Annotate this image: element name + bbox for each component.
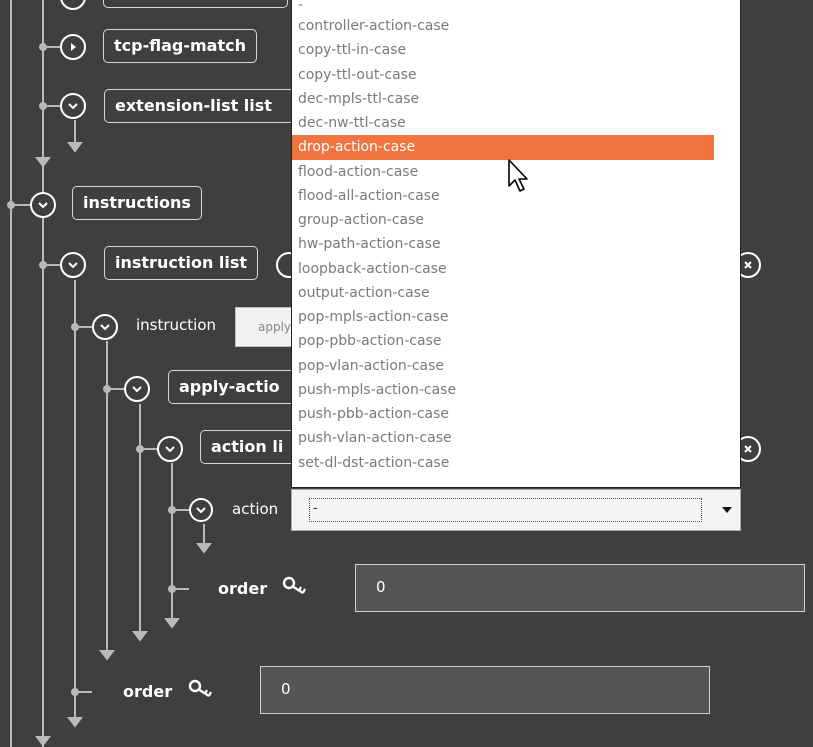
collapse-button-instruction[interactable] <box>92 314 118 340</box>
node-label-instructions[interactable]: instructions <box>72 186 202 220</box>
dropdown-option[interactable]: group-action-case <box>292 208 714 232</box>
chevron-down-icon <box>196 507 206 514</box>
node-label-extension-list[interactable]: extension-list list <box>104 89 294 123</box>
dropdown-option[interactable]: push-vlan-action-case <box>292 426 714 450</box>
caret-down-icon[interactable] <box>722 507 732 513</box>
chevron-right-icon <box>71 43 76 51</box>
dropdown-option[interactable]: pop-pbb-action-case <box>292 329 714 353</box>
action-select-value: - <box>309 498 702 522</box>
key-icon <box>188 679 212 698</box>
inner-order-label: order <box>218 579 268 598</box>
action-label: action <box>232 500 279 518</box>
close-icon <box>744 261 752 269</box>
collapse-button-action[interactable] <box>189 498 213 522</box>
chevron-down-icon <box>72 0 74 1</box>
node-label-apply-actions[interactable]: apply-actio <box>168 370 298 404</box>
node-label-tcp-flag-match[interactable]: tcp-flag-match <box>103 29 257 63</box>
chevron-down-icon <box>165 446 175 453</box>
dropdown-option[interactable]: loopback-action-case <box>292 257 714 281</box>
close-icon <box>744 445 752 453</box>
dropdown-option[interactable]: set-dl-dst-action-case <box>292 451 714 475</box>
collapse-button-instructions[interactable] <box>30 192 56 218</box>
collapse-button-instruction-list[interactable] <box>60 252 86 278</box>
chevron-down-icon <box>68 103 78 110</box>
expand-button-tcp-flag-match[interactable] <box>60 34 86 60</box>
dropdown-option[interactable]: dec-mpls-ttl-case <box>292 87 714 111</box>
dropdown-option[interactable]: flood-all-action-case <box>292 184 714 208</box>
mouse-cursor-icon <box>508 159 528 192</box>
action-dropdown-list[interactable]: - controller-action-case copy-ttl-in-case c… <box>291 0 741 488</box>
chevron-down-icon <box>100 324 110 331</box>
chevron-down-icon <box>132 386 142 393</box>
chevron-down-icon <box>68 262 78 269</box>
dropdown-option[interactable]: push-mpls-action-case <box>292 378 714 402</box>
collapse-button-action-list[interactable] <box>157 436 183 462</box>
dropdown-option[interactable]: flood-action-case <box>292 160 714 184</box>
instruction-select[interactable]: apply <box>235 307 295 347</box>
collapse-button-apply-actions[interactable] <box>124 376 150 402</box>
dropdown-option[interactable]: copy-ttl-in-case <box>292 38 714 62</box>
key-icon <box>282 576 306 595</box>
dropdown-option[interactable]: controller-action-case <box>292 14 714 38</box>
dropdown-option[interactable]: output-action-case <box>292 281 714 305</box>
node-label-instruction-list[interactable]: instruction list <box>104 246 259 280</box>
dropdown-option[interactable]: push-pbb-action-case <box>292 402 714 426</box>
dropdown-option[interactable]: pop-mpls-action-case <box>292 305 714 329</box>
collapse-button-extension-list[interactable] <box>60 93 86 119</box>
chevron-down-icon <box>38 202 48 209</box>
dropdown-option[interactable]: drop-action-case <box>292 135 714 160</box>
dropdown-option[interactable]: copy-ttl-out-case <box>292 63 714 87</box>
dropdown-option[interactable]: - <box>292 0 714 14</box>
action-select[interactable]: - <box>291 489 741 531</box>
dropdown-options: - controller-action-case copy-ttl-in-case c… <box>292 0 714 475</box>
instruction-label: instruction <box>136 316 217 334</box>
dropdown-option[interactable]: pop-vlan-action-case <box>292 354 714 378</box>
outer-order-label: order <box>123 682 173 701</box>
outer-order-input[interactable]: 0 <box>260 666 710 714</box>
node-label-top[interactable] <box>103 0 288 8</box>
inner-order-input[interactable]: 0 <box>355 564 805 612</box>
dropdown-option[interactable]: dec-nw-ttl-case <box>292 111 714 135</box>
node-label-action-list[interactable]: action li <box>200 430 298 464</box>
dropdown-option[interactable]: hw-path-action-case <box>292 232 714 256</box>
